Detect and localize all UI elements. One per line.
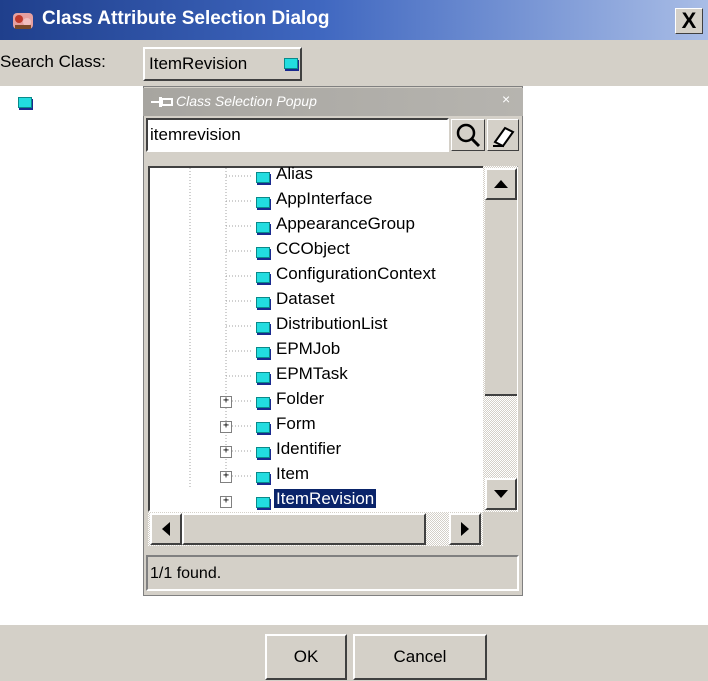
eraser-icon (493, 126, 515, 148)
class-icon (18, 97, 32, 108)
window-title: Class Attribute Selection Dialog (42, 8, 330, 29)
tree-item-label: Alias (276, 164, 313, 183)
tree-item[interactable]: Folder (276, 389, 324, 414)
tree-item[interactable]: DistributionList (276, 314, 388, 339)
class-icon (256, 347, 270, 358)
tree-item-label: Dataset (276, 289, 335, 308)
tree-item-label: Form (276, 414, 316, 433)
vertical-scroll-thumb[interactable] (485, 200, 517, 396)
tree-item[interactable]: EPMTask (276, 364, 348, 389)
ok-button[interactable]: OK (265, 634, 347, 680)
arrow-up-icon (494, 180, 508, 188)
tree-item-label: Folder (276, 389, 325, 408)
scroll-left-button[interactable] (150, 513, 182, 545)
tree-item-label: CCObject (276, 239, 350, 258)
expand-toggle-icon[interactable]: + (220, 421, 232, 433)
class-icon (256, 472, 270, 483)
tree-item-label: ConfigurationContext (276, 264, 436, 283)
cancel-button[interactable]: Cancel (353, 634, 487, 680)
expand-toggle-icon[interactable]: + (220, 446, 232, 458)
tree-item[interactable]: Identifier (276, 439, 341, 464)
tree-item[interactable]: EPMJob (276, 339, 340, 364)
expand-toggle-icon[interactable]: + (220, 396, 232, 408)
class-icon (256, 497, 270, 508)
class-icon (256, 297, 270, 308)
tree-item[interactable]: Form (276, 414, 316, 439)
class-icon (256, 422, 270, 433)
search-status: 1/1 found. (146, 555, 519, 591)
class-icon (256, 172, 270, 183)
class-icon (256, 247, 270, 258)
class-icon (256, 322, 270, 333)
tree-item[interactable]: ConfigurationContext (276, 264, 436, 289)
class-icon (256, 197, 270, 208)
app-icon (13, 13, 33, 29)
search-class-label: Search Class: (0, 52, 106, 71)
arrow-right-icon (461, 522, 469, 536)
class-icon (256, 222, 270, 233)
class-icon (256, 397, 270, 408)
search-class-bar (0, 40, 708, 86)
class-icon (256, 372, 270, 383)
tree-item-label: AppInterface (276, 189, 373, 208)
tree-item-label: ItemRevision (274, 489, 377, 508)
tree-item-label: Identifier (276, 439, 342, 458)
expand-toggle-icon[interactable]: + (220, 471, 232, 483)
class-icon (284, 58, 298, 69)
clear-button[interactable] (487, 119, 519, 151)
scroll-up-button[interactable] (485, 168, 517, 200)
horizontal-scroll-thumb[interactable] (182, 513, 426, 545)
tree-item[interactable]: Item (276, 464, 309, 489)
class-icon (256, 272, 270, 283)
search-icon (456, 123, 481, 148)
tree-item-label: EPMTask (276, 364, 348, 383)
class-icon (256, 447, 270, 458)
tree-item[interactable]: CCObject (276, 239, 350, 264)
popup-title: Class Selection Popup (176, 93, 317, 109)
tree-item[interactable]: Alias (276, 164, 313, 189)
tree-item[interactable]: AppInterface (276, 189, 372, 214)
tree-item[interactable]: Dataset (276, 289, 335, 314)
search-button[interactable] (451, 119, 485, 151)
scroll-right-button[interactable] (449, 513, 481, 545)
tree-item-label: DistributionList (276, 314, 388, 333)
scroll-down-button[interactable] (485, 478, 517, 510)
tree-item[interactable]: AppearanceGroup (276, 214, 415, 239)
tree-item-label: AppearanceGroup (276, 214, 415, 233)
popup-close-button[interactable]: × (502, 91, 510, 107)
pin-icon[interactable] (149, 93, 175, 111)
class-selector-value: ItemRevision (149, 54, 248, 73)
scroll-corner (483, 512, 519, 546)
tree-item-label: EPMJob (276, 339, 341, 358)
tree-item[interactable]: ItemRevision (274, 489, 377, 514)
arrow-down-icon (494, 490, 508, 498)
expand-toggle-icon[interactable]: + (220, 496, 232, 508)
arrow-left-icon (162, 522, 170, 536)
class-search-input[interactable] (146, 118, 449, 152)
close-button[interactable]: X (675, 8, 703, 34)
tree-item-label: Item (276, 464, 310, 483)
